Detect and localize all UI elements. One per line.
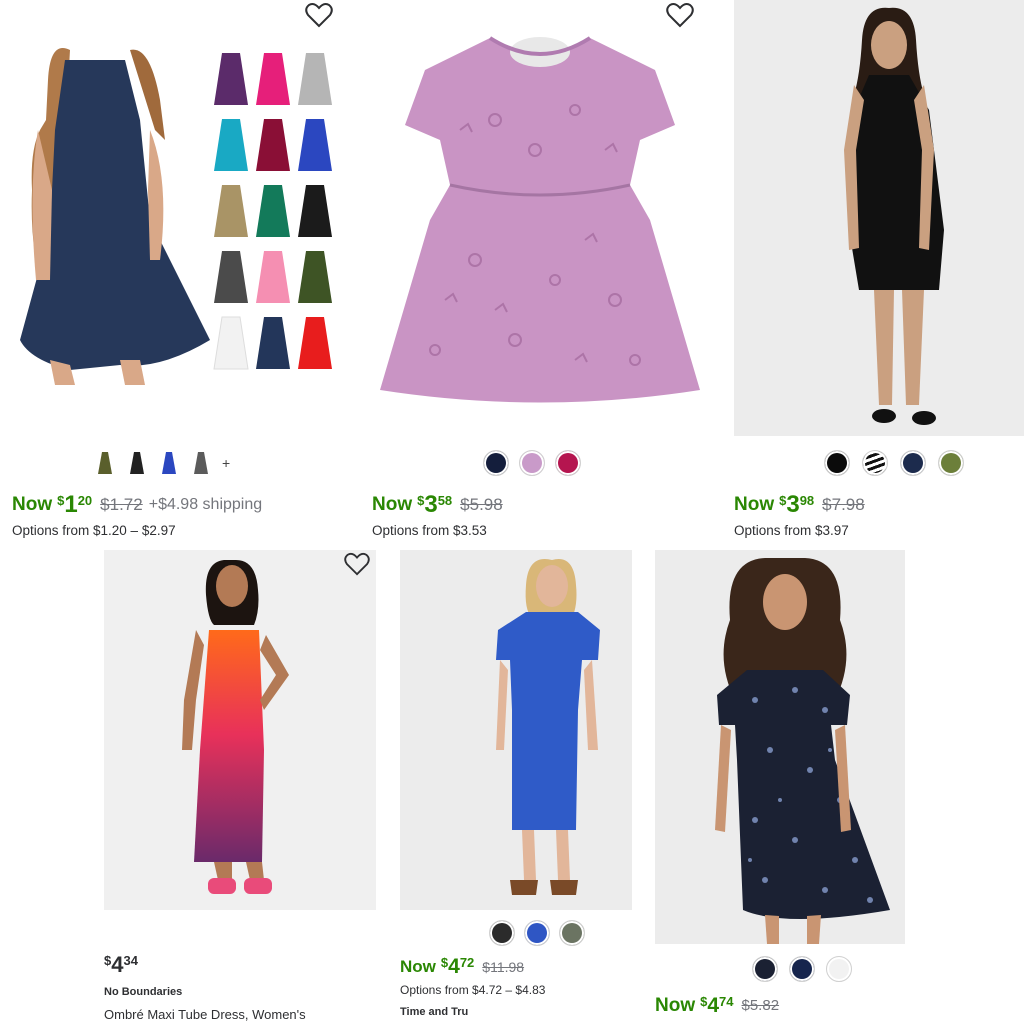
price-cents: 20 [77,493,93,508]
price-block: Now $ 4 74 $5.82 [655,994,779,1018]
price-dollars: 3 [786,491,800,518]
product-image-black-dress[interactable] [734,0,1024,436]
swatch-stripe[interactable] [862,450,888,476]
variant-thumbnails: + [94,450,230,476]
price-cents: 58 [437,493,453,508]
currency-symbol: $ [417,493,425,508]
currency-symbol: $ [104,953,112,968]
price-block: Now $ 3 58 $5.98 [372,493,503,517]
price-block: Now $ 3 98 $7.98 [734,493,865,517]
brand-name: No Boundaries [104,986,183,998]
price-cents: 74 [719,994,734,1009]
swatch-navy[interactable] [900,450,926,476]
now-label: Now [12,494,53,515]
now-label: Now [734,494,775,515]
price-dollars: 4 [707,994,720,1017]
options-text: Options from $3.53 [372,523,487,538]
favorite-heart-icon[interactable] [305,2,333,28]
color-swatches [824,450,964,476]
favorite-heart-icon[interactable] [344,552,370,576]
variant-thumb-blue[interactable] [158,450,180,476]
more-variants-link[interactable]: + [222,455,230,471]
currency-symbol: $ [700,994,708,1009]
now-label: Now [400,957,436,976]
now-label: Now [372,494,413,515]
swatch-charcoal[interactable] [489,920,515,946]
swatch-magenta-print[interactable] [555,450,581,476]
brand-name: Time and Tru [400,1006,469,1018]
swatch-navy-print[interactable] [483,450,509,476]
price-block: Now $ 4 72 $11.98 [400,955,524,979]
swatch-blue[interactable] [524,920,550,946]
variant-thumb-olive[interactable] [94,450,116,476]
variant-thumb-black[interactable] [126,450,148,476]
swatch-white-dot[interactable] [826,956,852,982]
price-cents: 34 [123,953,138,968]
swatch-dark-floral[interactable] [752,956,778,982]
color-swatches [752,956,852,982]
color-swatches [489,920,585,946]
product-image-blue-midi-dress[interactable] [400,550,632,910]
color-swatches [483,450,581,476]
product-image-lilac-dress[interactable] [375,30,705,410]
was-price: $5.82 [741,997,780,1014]
was-price: $11.98 [482,959,525,975]
swatch-olive[interactable] [938,450,964,476]
favorite-heart-icon[interactable] [666,2,694,28]
price-dollars: 4 [448,955,460,978]
was-price: $7.98 [822,495,865,514]
price-cents: 72 [459,955,475,970]
price-dollars: 4 [111,952,124,977]
price-dollars: 1 [64,491,78,518]
product-image-ombre-maxi-dress[interactable] [104,550,376,910]
price-block: Now $ 1 20 $1.72 +$4.98 shipping [12,493,262,517]
color-variant-grid [212,45,342,380]
price-cents: 98 [799,493,815,508]
currency-symbol: $ [779,493,787,508]
now-label: Now [655,995,696,1016]
currency-symbol: $ [440,955,449,970]
currency-symbol: $ [57,493,65,508]
shipping-text: +$4.98 shipping [148,496,263,513]
swatch-navy-dot[interactable] [789,956,815,982]
swatch-lilac-print[interactable] [519,450,545,476]
was-price: $1.72 [100,495,143,514]
product-image-floral-dress[interactable] [655,550,905,944]
was-price: $5.98 [460,495,503,514]
price-dollars: 3 [424,491,438,518]
swatch-black[interactable] [824,450,850,476]
price-block: $ 4 34 [104,953,138,977]
swatch-sage[interactable] [559,920,585,946]
options-text: Options from $4.72 – $4.83 [400,983,546,997]
options-text: Options from $1.20 – $2.97 [12,523,176,538]
variant-thumb-gray[interactable] [190,450,212,476]
options-text: Options from $3.97 [734,523,849,538]
product-title-link[interactable]: Ombré Maxi Tube Dress, Women's [104,1007,306,1022]
